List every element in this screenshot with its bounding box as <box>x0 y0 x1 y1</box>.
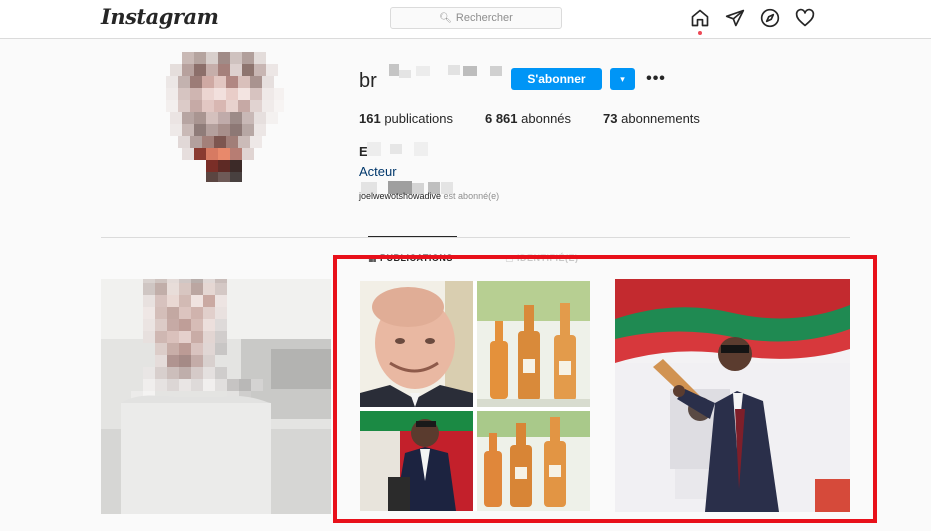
home-icon[interactable] <box>690 8 710 28</box>
redaction-block <box>389 64 399 76</box>
profile-username: br <box>359 70 377 92</box>
subscribe-button[interactable]: S'abonner <box>511 68 602 90</box>
redaction-block <box>490 66 502 76</box>
search-input[interactable]: 🔍︎ Rechercher <box>390 7 562 29</box>
followed-by-suffix: est abonné(e) <box>441 191 500 201</box>
active-tab-indicator <box>368 236 457 237</box>
red-highlight-rectangle <box>333 255 877 523</box>
activity-heart-icon[interactable] <box>795 8 815 28</box>
redaction-block <box>367 142 381 156</box>
posts-count: 161 <box>359 111 381 126</box>
top-navigation-bar: Instagram 🔍︎ Rechercher <box>0 0 931 39</box>
following-label: abonnements <box>621 111 700 126</box>
posts-stat: 161 publications <box>359 111 453 126</box>
explore-icon[interactable] <box>760 8 780 28</box>
more-dots-icon: ••• <box>646 70 666 87</box>
post-thumbnail[interactable] <box>101 279 331 514</box>
following-count: 73 <box>603 111 618 126</box>
direct-icon[interactable] <box>725 8 745 28</box>
profile-category: Acteur <box>359 164 397 179</box>
search-placeholder: Rechercher <box>455 12 513 24</box>
posts-label: publications <box>384 111 453 126</box>
redaction-block <box>414 142 428 156</box>
followed-by-username: joelwewotshowadive <box>359 191 442 201</box>
following-stat[interactable]: 73 abonnements <box>603 111 700 126</box>
search-icon: 🔍︎ <box>439 12 452 24</box>
followers-stat[interactable]: 6 861 abonnés <box>485 111 571 126</box>
profile-avatar-pixelated[interactable] <box>166 52 284 182</box>
redaction-block <box>463 66 477 76</box>
more-options-button[interactable]: ••• <box>644 68 668 90</box>
chevron-down-icon: ▾ <box>620 73 625 84</box>
tabs-divider <box>101 237 850 238</box>
redaction-block <box>390 144 402 154</box>
redaction-block <box>416 66 430 76</box>
instagram-logo[interactable]: Instagram <box>101 4 219 29</box>
notification-dot <box>698 31 702 35</box>
followed-by-text[interactable]: joelwewotshowadive est abonné(e) <box>359 191 499 201</box>
followers-label: abonnés <box>521 111 572 126</box>
redaction-block <box>448 65 460 75</box>
followers-count: 6 861 <box>484 111 518 126</box>
suggestions-dropdown-button[interactable]: ▾ <box>610 68 635 90</box>
profile-stats: 161 publications 6 861 abonnés 73 abonne… <box>359 111 700 126</box>
redaction-block <box>399 70 411 78</box>
